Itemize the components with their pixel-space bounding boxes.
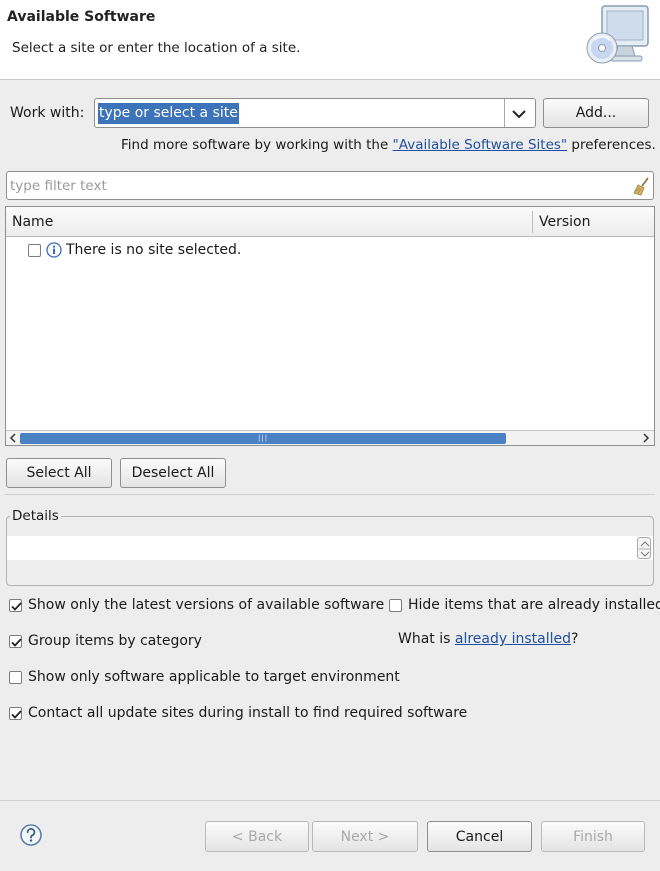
horizontal-scrollbar[interactable]: ||| xyxy=(6,430,654,445)
find-more-suffix: preferences. xyxy=(567,137,656,153)
software-table: Name Version There is no site selected. … xyxy=(5,206,655,446)
info-icon xyxy=(46,242,62,258)
filter-input[interactable] xyxy=(10,175,620,197)
dialog-title: Available Software xyxy=(7,9,156,25)
back-button[interactable]: < Back xyxy=(205,821,309,852)
cancel-button[interactable]: Cancel xyxy=(427,821,532,852)
finish-button[interactable]: Finish xyxy=(541,821,645,852)
monitor-cd-icon xyxy=(584,2,656,70)
target-environment-checkbox[interactable] xyxy=(9,671,22,684)
site-combo[interactable]: type or select a site xyxy=(94,98,536,128)
select-all-button[interactable]: Select All xyxy=(6,458,112,488)
combo-separator xyxy=(504,99,505,127)
find-more-text: Find more software by working with the "… xyxy=(121,137,656,153)
group-by-category-checkbox[interactable] xyxy=(9,635,22,648)
latest-versions-label: Show only the latest versions of availab… xyxy=(28,597,385,613)
what-is-suffix: ? xyxy=(571,631,579,647)
chevron-right-icon[interactable] xyxy=(640,432,652,444)
help-icon[interactable] xyxy=(19,823,43,847)
column-header-version[interactable]: Version xyxy=(539,214,590,230)
scrollbar-thumb[interactable]: ||| xyxy=(20,433,506,444)
divider xyxy=(5,494,655,495)
details-text xyxy=(7,536,653,560)
hide-installed-label: Hide items that are already installed xyxy=(408,597,660,613)
find-more-prefix: Find more software by working with the xyxy=(121,137,393,153)
table-row[interactable]: There is no site selected. xyxy=(6,239,654,263)
deselect-all-button[interactable]: Deselect All xyxy=(120,458,226,488)
add-site-button[interactable]: Add... xyxy=(543,98,649,128)
what-is-installed-text: What is already installed? xyxy=(398,631,578,647)
column-divider[interactable] xyxy=(532,211,533,233)
chevron-left-icon[interactable] xyxy=(7,432,19,444)
latest-versions-checkbox[interactable] xyxy=(9,599,22,612)
details-scroll-spinner[interactable] xyxy=(637,537,651,559)
target-environment-label: Show only software applicable to target … xyxy=(28,669,400,685)
already-installed-link[interactable]: already installed xyxy=(455,631,571,647)
column-header-name[interactable]: Name xyxy=(12,214,53,230)
chevron-down-icon[interactable] xyxy=(507,105,531,123)
hide-installed-checkbox[interactable] xyxy=(389,599,402,612)
contact-update-sites-checkbox[interactable] xyxy=(9,707,22,720)
footer-divider xyxy=(0,800,660,801)
row-text: There is no site selected. xyxy=(66,242,242,258)
clear-filter-icon[interactable] xyxy=(632,176,652,196)
contact-update-sites-label: Contact all update sites during install … xyxy=(28,705,468,721)
next-button[interactable]: Next > xyxy=(312,821,418,852)
filter-box xyxy=(6,171,654,200)
available-software-sites-link[interactable]: "Available Software Sites" xyxy=(393,137,568,153)
what-is-prefix: What is xyxy=(398,631,455,647)
site-input[interactable]: type or select a site xyxy=(98,103,239,124)
dialog-subtitle: Select a site or enter the location of a… xyxy=(12,40,301,56)
group-by-category-label: Group items by category xyxy=(28,633,202,649)
row-checkbox[interactable] xyxy=(28,244,41,257)
work-with-label: Work with: xyxy=(10,105,85,121)
table-header: Name Version xyxy=(6,207,654,237)
grip-icon: ||| xyxy=(258,434,269,442)
details-label: Details xyxy=(10,508,61,524)
